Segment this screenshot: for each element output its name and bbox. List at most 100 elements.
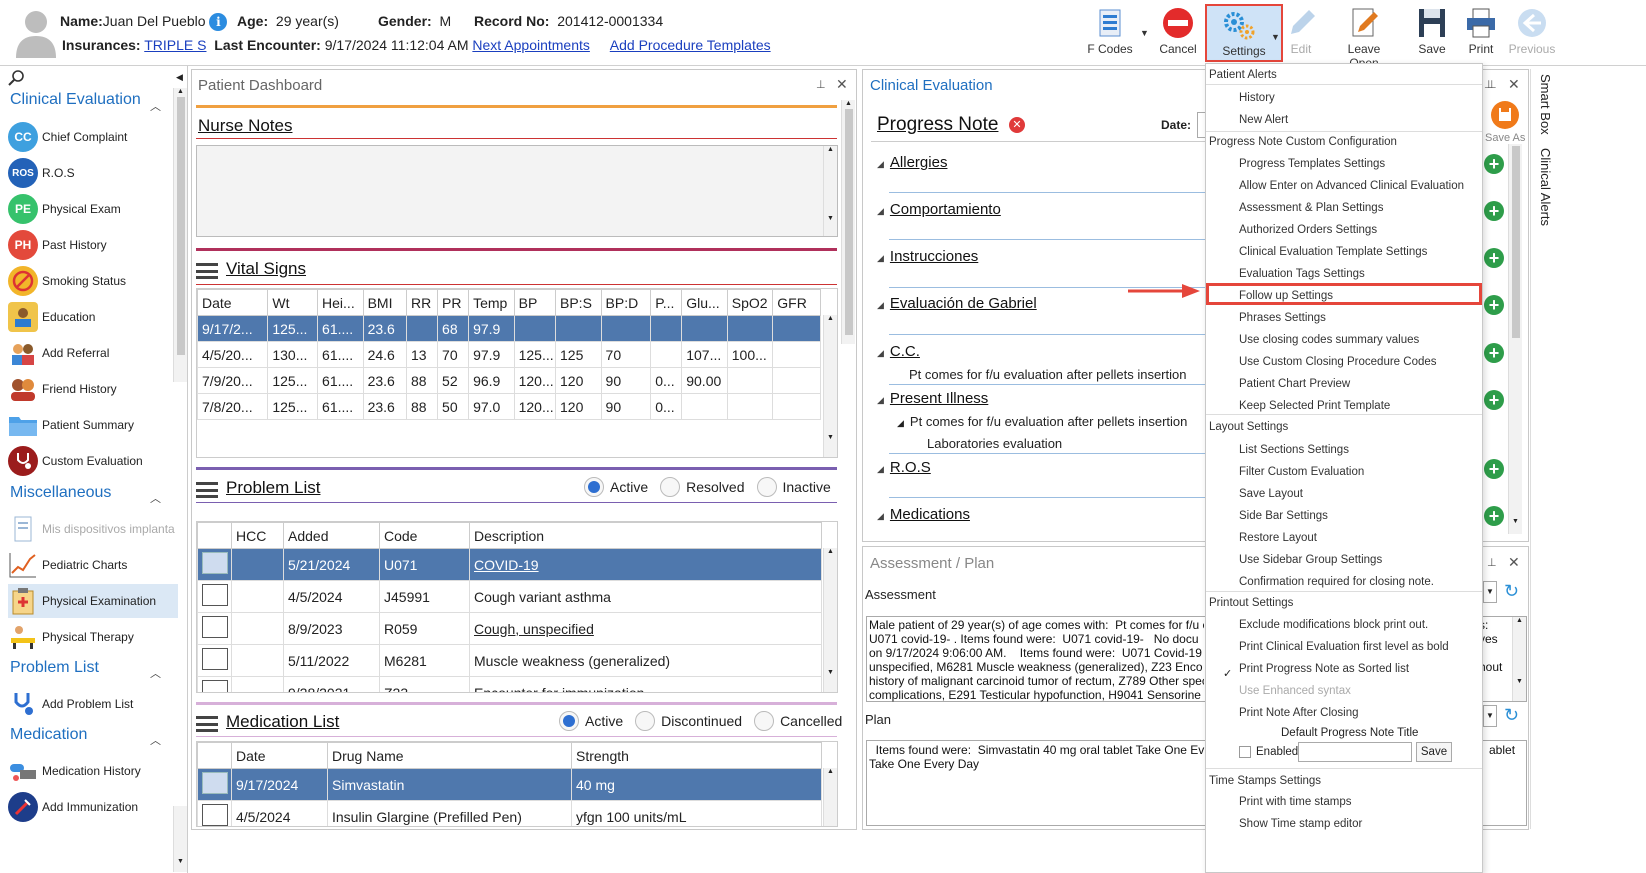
chevron-up-icon[interactable]: ︿ xyxy=(150,732,161,748)
medication-column-header[interactable] xyxy=(197,742,232,769)
section-instrucciones[interactable]: ◢ Instrucciones xyxy=(877,248,978,265)
menu-item[interactable]: Side Bar Settings xyxy=(1239,510,1328,522)
problem-column-header[interactable]: Description xyxy=(469,522,822,549)
add-ros-icon[interactable]: + xyxy=(1484,459,1504,479)
medication-column-header[interactable]: Date xyxy=(231,742,328,769)
add-procedure-templates-link[interactable]: Add Procedure Templates xyxy=(610,37,771,53)
table-row[interactable]: 4/5/2024 J45991 Cough variant asthma xyxy=(197,580,822,613)
expand-triangle-icon[interactable]: ◢ xyxy=(877,159,884,169)
vitals-column-header[interactable]: P... xyxy=(650,289,683,316)
vitals-column-header[interactable]: Temp xyxy=(468,289,515,316)
tab-clinical-alerts[interactable]: Clinical Alerts xyxy=(1538,148,1553,226)
vitals-column-header[interactable]: RR xyxy=(406,289,439,316)
filter-cancelled-radio[interactable]: Cancelled xyxy=(754,711,842,731)
row-checkbox[interactable] xyxy=(202,584,228,606)
vitals-column-header[interactable]: Date xyxy=(197,289,269,316)
dashboard-scrollbar[interactable]: ▲ xyxy=(841,100,855,344)
menu-item[interactable]: Progress Templates Settings xyxy=(1239,158,1385,170)
sidebar-item-implant-devices[interactable]: Mis dispositivos implanta xyxy=(8,512,178,546)
menu-item-show-time-stamp-editor[interactable]: Show Time stamp editor xyxy=(1239,818,1362,830)
problem-column-header[interactable]: HCC xyxy=(231,522,284,549)
fcodes-button[interactable]: F Codes xyxy=(1080,4,1140,62)
table-row[interactable]: 8/9/2023 R059 Cough, unspecified xyxy=(197,612,822,645)
menu-item[interactable]: Assessment & Plan Settings xyxy=(1239,202,1383,214)
medication-column-header[interactable]: Drug Name xyxy=(327,742,572,769)
filter-discontinued-radio[interactable]: Discontinued xyxy=(635,711,742,731)
info-icon[interactable]: i xyxy=(209,13,228,31)
section-evaluacion-gabriel[interactable]: ◢ Evaluación de Gabriel xyxy=(877,295,1037,312)
section-medications[interactable]: ◢ Medications xyxy=(877,506,970,523)
group-miscellaneous[interactable]: Miscellaneous xyxy=(10,484,111,502)
sidebar-item-add-problem-list[interactable]: Add Problem List xyxy=(8,687,178,721)
menu-item[interactable]: Print Note After Closing xyxy=(1239,707,1359,719)
menu-item[interactable]: Evaluation Tags Settings xyxy=(1239,268,1365,280)
problem-column-header[interactable] xyxy=(197,522,232,549)
menu-item[interactable]: Use Enhanced syntax xyxy=(1239,685,1351,697)
menu-item[interactable]: Phrases Settings xyxy=(1239,312,1326,324)
pin-icon[interactable]: ⊥ xyxy=(1484,78,1494,91)
cell-text[interactable]: Encounter for immunization xyxy=(474,685,644,693)
add-medications-icon[interactable]: + xyxy=(1484,506,1504,526)
row-checkbox[interactable] xyxy=(202,648,228,670)
default-title-save-button[interactable]: Save xyxy=(1416,742,1452,762)
section-ros[interactable]: ◢ R.O.S xyxy=(877,459,931,476)
menu-item[interactable]: Allow Enter on Advanced Clinical Evaluat… xyxy=(1239,180,1464,192)
menu-item[interactable]: Print Progress Note as Sorted list xyxy=(1239,663,1409,675)
chevron-up-icon[interactable]: ︿ xyxy=(150,490,161,506)
insurance-link[interactable]: TRIPLE S xyxy=(144,37,206,53)
sidebar-item-medication-history[interactable]: Medication History xyxy=(8,754,178,788)
menu-item[interactable]: Save Layout xyxy=(1239,488,1303,500)
close-icon[interactable]: ✕ xyxy=(1508,76,1520,93)
assessment-dropdown-icon[interactable]: ▼ xyxy=(1483,581,1497,603)
table-row[interactable]: 4/5/20... 130... 61.... 24.6 13 70 97.9 125... 1… xyxy=(197,341,821,368)
menu-item[interactable]: Confirmation required for closing note. xyxy=(1239,576,1434,588)
row-checkbox[interactable] xyxy=(202,616,228,638)
menu-item[interactable]: Print Clinical Evaluation first level as… xyxy=(1239,641,1449,653)
medication-column-header[interactable]: Strength xyxy=(571,742,822,769)
table-row[interactable]: 7/8/20... 125... 61.... 23.6 88 50 97.0 120... 1… xyxy=(197,393,821,420)
sidebar-item-friend-history[interactable]: Friend History xyxy=(8,372,178,406)
cell-text[interactable]: COVID-19 xyxy=(474,557,539,573)
add-instrucciones-icon[interactable]: + xyxy=(1484,248,1504,268)
section-comportamiento[interactable]: ◢ Comportamiento xyxy=(877,201,1001,218)
table-row[interactable]: 9/28/2021 Z23 Encounter for immunization xyxy=(197,676,822,693)
pin-icon[interactable]: ⊥ xyxy=(816,78,826,91)
expand-triangle-icon[interactable]: ◢ xyxy=(877,206,884,216)
vitals-column-header[interactable]: SpO2 xyxy=(726,289,774,316)
edit-button[interactable]: Edit xyxy=(1271,4,1331,62)
add-evaluacion-icon[interactable]: + xyxy=(1484,295,1504,315)
filter-inactive-radio[interactable]: Inactive xyxy=(756,477,831,497)
table-row[interactable]: 5/21/2024 U071 COVID-19 xyxy=(197,548,822,581)
menu-item[interactable]: List Sections Settings xyxy=(1239,444,1349,456)
section-present-illness[interactable]: ◢ Present Illness xyxy=(877,390,988,407)
cancel-button[interactable]: Cancel xyxy=(1148,4,1208,62)
sidebar-item-add-referral[interactable]: Add Referral xyxy=(8,336,178,370)
chevron-up-icon[interactable]: ︿ xyxy=(150,665,161,681)
sidebar-item-chief-complaint[interactable]: CC Chief Complaint xyxy=(8,120,178,154)
add-present-illness-icon[interactable]: + xyxy=(1484,390,1504,410)
add-cc-icon[interactable]: + xyxy=(1484,343,1504,363)
expand-triangle-icon[interactable]: ◢ xyxy=(897,418,904,428)
menu-item[interactable]: Filter Custom Evaluation xyxy=(1239,466,1364,478)
enabled-checkbox[interactable] xyxy=(1239,746,1251,758)
menu-item[interactable]: Use Sidebar Group Settings xyxy=(1239,554,1382,566)
clinical-scrollbar[interactable]: ▼ xyxy=(1508,144,1522,534)
problem-column-header[interactable]: Code xyxy=(379,522,470,549)
table-row[interactable]: 9/17/2024 Simvastatin 40 mg xyxy=(197,768,822,801)
vitals-column-header[interactable]: PR xyxy=(437,289,470,316)
close-icon[interactable]: ✕ xyxy=(1508,554,1520,571)
sidebar-item-add-immunization[interactable]: Add Immunization xyxy=(8,790,178,824)
group-problem-list[interactable]: Problem List xyxy=(10,659,99,677)
menu-item-history[interactable]: History xyxy=(1239,92,1275,104)
close-icon[interactable]: ✕ xyxy=(836,76,848,93)
next-appointments-link[interactable]: Next Appointments xyxy=(472,37,590,53)
vitals-column-header[interactable]: BP:S xyxy=(555,289,602,316)
row-checkbox[interactable] xyxy=(202,772,228,794)
filter-resolved-radio[interactable]: Resolved xyxy=(660,477,745,497)
section-cc[interactable]: ◢ C.C. xyxy=(877,343,920,360)
filter-active-radio[interactable]: Active xyxy=(584,477,648,497)
nurse-notes-textarea[interactable]: ▲ ▼ xyxy=(196,145,838,237)
refresh-icon[interactable]: ↻ xyxy=(1504,581,1519,602)
problem-column-header[interactable]: Added xyxy=(283,522,380,549)
expand-triangle-icon[interactable]: ◢ xyxy=(877,395,884,405)
